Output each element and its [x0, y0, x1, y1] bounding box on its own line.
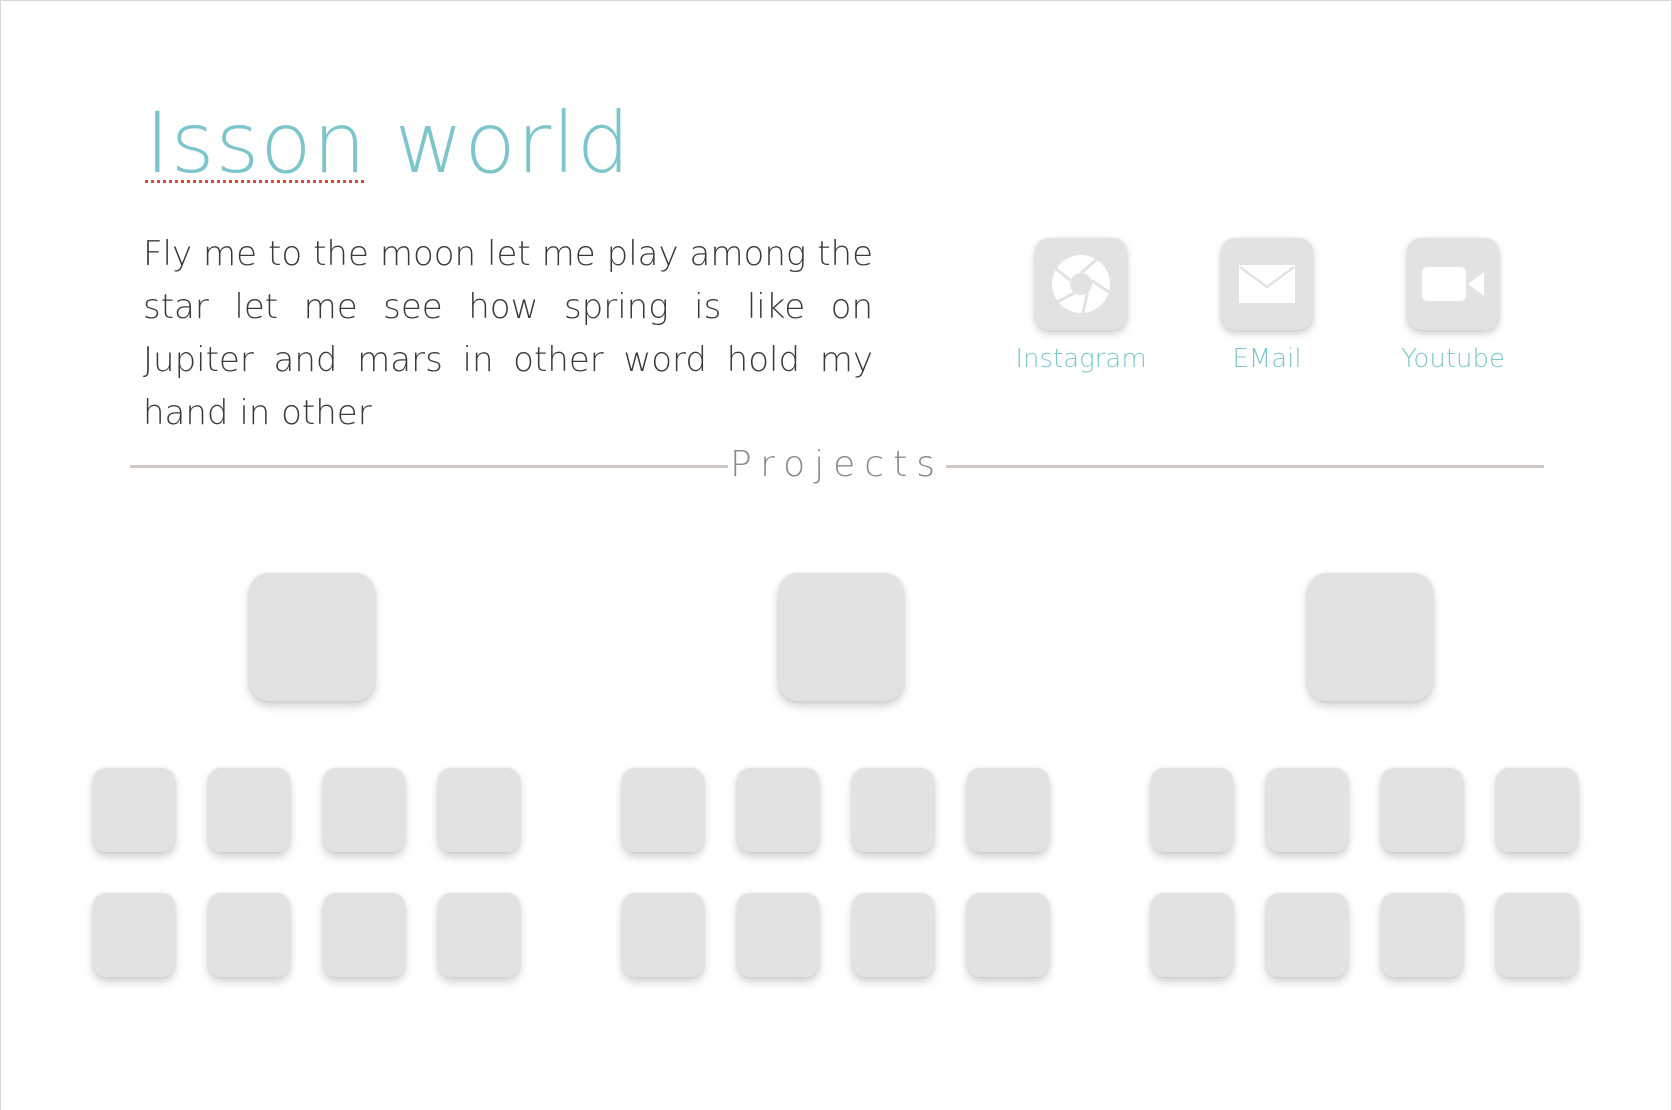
- project-tile[interactable]: [737, 768, 819, 852]
- project-tile[interactable]: [438, 893, 520, 977]
- youtube-button[interactable]: [1407, 238, 1499, 330]
- instagram-label: Instagram: [1015, 344, 1147, 374]
- project-tile[interactable]: [1496, 768, 1578, 852]
- project-tile[interactable]: [1381, 768, 1463, 852]
- email-label: EMail: [1232, 344, 1302, 374]
- project-tile[interactable]: [93, 893, 175, 977]
- youtube-link[interactable]: Youtube: [1383, 238, 1523, 374]
- project-tile[interactable]: [852, 768, 934, 852]
- project-tile[interactable]: [208, 768, 290, 852]
- email-link[interactable]: EMail: [1197, 238, 1337, 374]
- site-title-second-word: world: [394, 94, 631, 192]
- project-tile[interactable]: [93, 768, 175, 852]
- site-title: Isson world: [145, 93, 631, 193]
- project-tile[interactable]: [1266, 768, 1348, 852]
- projects-heading: Projects: [730, 444, 944, 485]
- project-tile[interactable]: [1266, 893, 1348, 977]
- project-featured-tile[interactable]: [778, 573, 904, 701]
- projects-divider: Projects: [130, 445, 1544, 485]
- project-tile[interactable]: [622, 893, 704, 977]
- instagram-button[interactable]: [1035, 238, 1127, 330]
- project-tile[interactable]: [323, 893, 405, 977]
- project-tile[interactable]: [1151, 768, 1233, 852]
- project-tile[interactable]: [323, 768, 405, 852]
- project-tile[interactable]: [208, 893, 290, 977]
- divider-line-left: [130, 465, 728, 468]
- project-tile[interactable]: [1381, 893, 1463, 977]
- project-tile[interactable]: [967, 768, 1049, 852]
- project-tile[interactable]: [1151, 893, 1233, 977]
- envelope-icon: [1239, 265, 1295, 303]
- email-button[interactable]: [1221, 238, 1313, 330]
- project-tile[interactable]: [1496, 893, 1578, 977]
- project-tile[interactable]: [622, 768, 704, 852]
- page: Isson world Fly me to the moon let me pl…: [0, 0, 1672, 1110]
- instagram-link[interactable]: Instagram: [1011, 238, 1151, 374]
- video-camera-icon: [1422, 267, 1484, 301]
- project-featured-tile[interactable]: [1307, 573, 1433, 701]
- project-featured-tile[interactable]: [249, 573, 375, 701]
- project-tile[interactable]: [438, 768, 520, 852]
- project-tile[interactable]: [737, 893, 819, 977]
- project-tile[interactable]: [967, 893, 1049, 977]
- site-title-first-word: Isson: [145, 94, 367, 192]
- social-links: Instagram EMail Youtube: [1, 238, 1671, 388]
- divider-line-right: [946, 465, 1544, 468]
- camera-shutter-icon: [1052, 255, 1110, 314]
- youtube-label: Youtube: [1401, 344, 1505, 374]
- project-tile[interactable]: [852, 893, 934, 977]
